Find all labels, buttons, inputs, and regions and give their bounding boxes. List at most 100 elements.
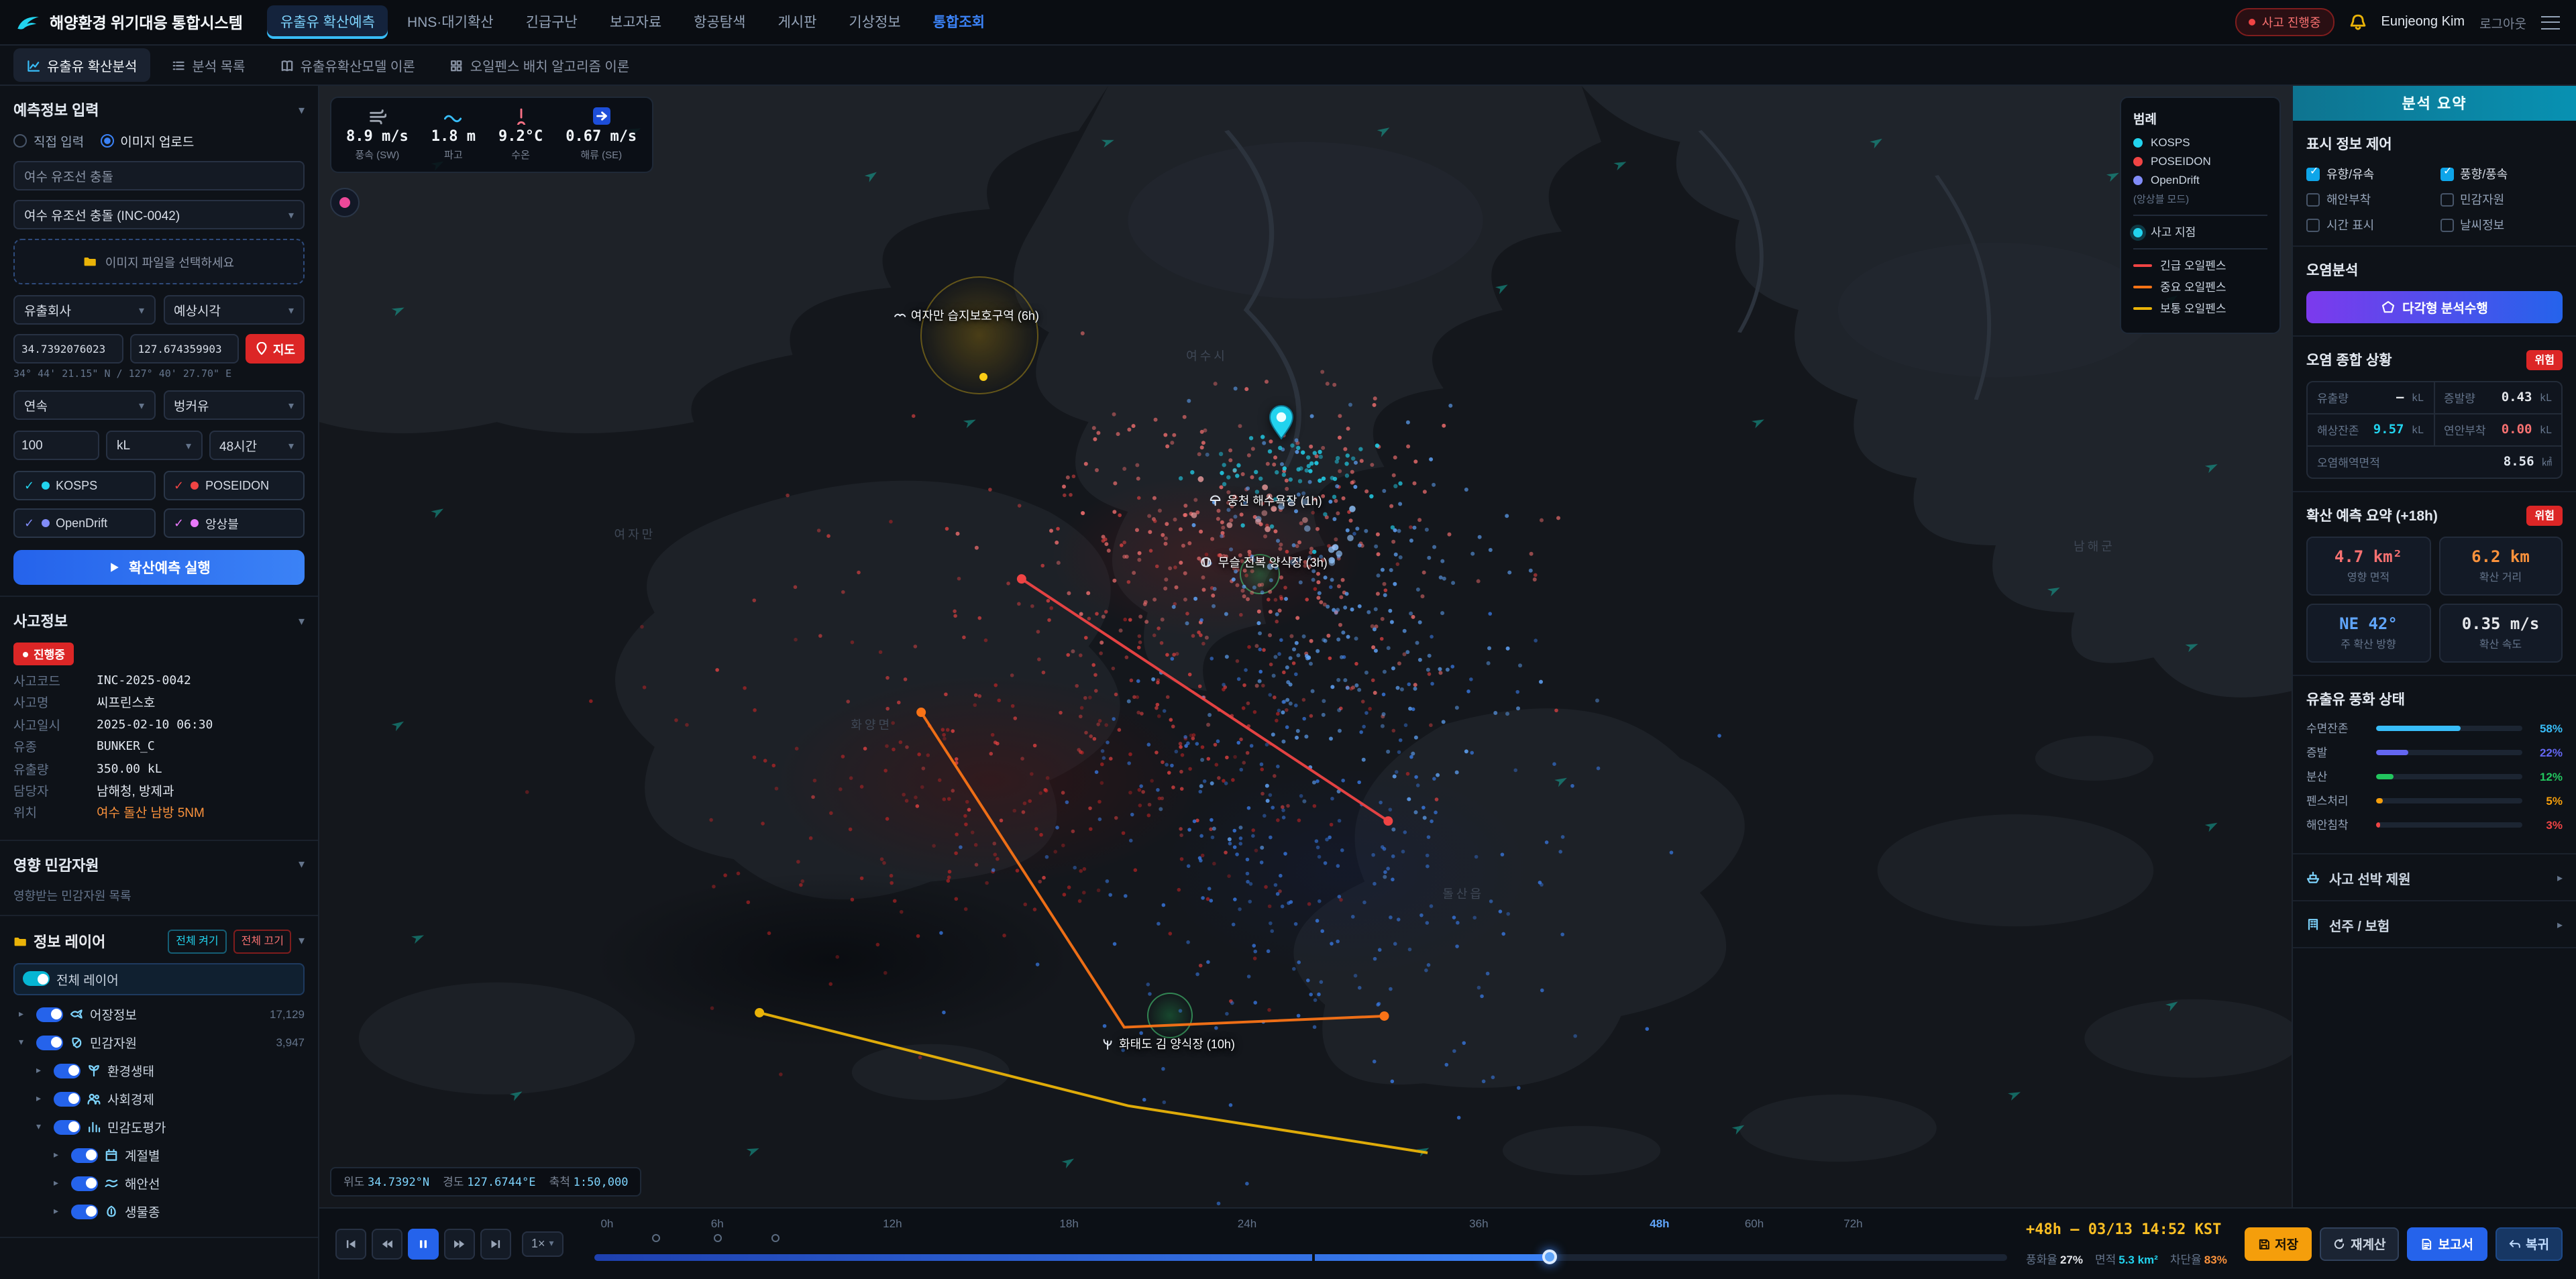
timeline-label-72h[interactable]: 72h xyxy=(1843,1216,1862,1229)
display-option-5[interactable]: 날씨정보 xyxy=(2440,216,2563,233)
layer-row-4[interactable]: ▸사회경제 xyxy=(13,1085,305,1113)
display-option-4[interactable]: 시간 표시 xyxy=(2306,216,2429,233)
timeline-label-6h[interactable]: 6h xyxy=(711,1216,724,1229)
tab-3[interactable]: 오일펜스 배치 알고리즘 이론 xyxy=(437,48,643,82)
collapse-chevron-icon[interactable]: ▾ xyxy=(299,614,305,628)
expand-caret-icon[interactable]: ▸ xyxy=(19,1009,30,1019)
skip-start-button[interactable] xyxy=(335,1228,366,1259)
display-option-2[interactable]: 해안부착 xyxy=(2306,190,2429,208)
skip-end-button[interactable] xyxy=(480,1228,511,1259)
duration-select[interactable]: 48시간▾ xyxy=(209,431,305,460)
layer-row-8[interactable]: ▸생물종 xyxy=(13,1197,305,1225)
expand-caret-icon[interactable]: ▾ xyxy=(19,1037,30,1048)
recalculate-button[interactable]: 재계산 xyxy=(2320,1227,2399,1260)
layer-toggle[interactable] xyxy=(71,1176,98,1190)
input-mode-radio-0[interactable]: 직접 입력 xyxy=(13,131,84,150)
tab-0[interactable]: 유출유 확산분석 xyxy=(13,48,150,82)
run-prediction-button[interactable]: 확산예측 실행 xyxy=(13,550,305,585)
layer-row-5[interactable]: ▾민감도평가 xyxy=(13,1113,305,1141)
image-upload-dropzone[interactable]: 이미지 파일을 선택하세요 xyxy=(13,239,305,284)
display-option-3[interactable]: 민감자원 xyxy=(2440,190,2563,208)
timeline-label-48h[interactable]: 48h xyxy=(1650,1216,1669,1229)
model-toggle-kosps[interactable]: ✓KOSPS xyxy=(13,471,155,500)
expected-time-select[interactable]: 예상시각▾ xyxy=(163,295,305,325)
expand-caret-icon[interactable]: ▸ xyxy=(36,1065,47,1076)
timeline-event-marker-0[interactable] xyxy=(653,1233,661,1241)
layer-row-6[interactable]: ▸계절별 xyxy=(13,1141,305,1169)
scenario-name-input[interactable] xyxy=(13,161,305,190)
map-canvas[interactable]: 여수시여자만화양면돌산읍남해군 여자만 습지보호구역 (6h)웅천 해수욕장 (… xyxy=(319,86,2292,1207)
nav-item-1[interactable]: HNS·대기확산 xyxy=(394,5,507,39)
collapse-chevron-icon[interactable]: ▾ xyxy=(299,103,305,117)
layer-toggle[interactable] xyxy=(71,1148,98,1162)
collapsed-section-1[interactable]: 선주 / 보험▸ xyxy=(2293,901,2576,948)
menu-icon[interactable] xyxy=(2541,15,2560,29)
nav-item-2[interactable]: 긴급구난 xyxy=(513,5,591,39)
report-button[interactable]: 보고서 xyxy=(2408,1227,2487,1260)
display-option-1[interactable]: 풍향/풍속 xyxy=(2440,165,2563,182)
expand-caret-icon[interactable]: ▸ xyxy=(36,1093,47,1104)
display-option-0[interactable]: 유향/유속 xyxy=(2306,165,2429,182)
save-button[interactable]: 저장 xyxy=(2244,1227,2312,1260)
layer-toggle[interactable] xyxy=(71,1204,98,1219)
latitude-input[interactable] xyxy=(13,334,123,364)
map-pick-button[interactable]: 지도 xyxy=(246,334,305,364)
expand-caret-icon[interactable]: ▸ xyxy=(54,1206,64,1217)
nav-item-5[interactable]: 게시판 xyxy=(764,5,830,39)
layer-row-2[interactable]: ▾민감자원3,947 xyxy=(13,1028,305,1056)
longitude-input[interactable] xyxy=(129,334,239,364)
timeline-label-36h[interactable]: 36h xyxy=(1469,1216,1488,1229)
timeline-label-24h[interactable]: 24h xyxy=(1238,1216,1256,1229)
all-layers-off-button[interactable]: 전체 끄기 xyxy=(233,929,292,953)
nav-item-3[interactable]: 보고자료 xyxy=(596,5,675,39)
layer-toggle[interactable] xyxy=(36,1035,63,1050)
nav-item-0[interactable]: 유출유 확산예측 xyxy=(267,5,388,39)
layer-toggle[interactable] xyxy=(36,1007,63,1021)
timeline-label-0h[interactable]: 0h xyxy=(600,1216,613,1229)
amount-input[interactable] xyxy=(13,431,99,460)
nav-item-6[interactable]: 기상정보 xyxy=(835,5,914,39)
nav-item-4[interactable]: 항공탐색 xyxy=(680,5,759,39)
release-type-select[interactable]: 연속▾ xyxy=(13,390,155,420)
rewind-button[interactable] xyxy=(372,1228,402,1259)
timeline-track[interactable] xyxy=(594,1254,2007,1260)
layer-row-0[interactable]: 전체 레이어 xyxy=(13,962,305,995)
pause-button[interactable] xyxy=(408,1228,439,1259)
timeline-event-marker-1[interactable] xyxy=(713,1233,721,1241)
layer-row-7[interactable]: ▸해안선 xyxy=(13,1169,305,1197)
fast-forward-button[interactable] xyxy=(444,1228,475,1259)
spill-company-select[interactable]: 유출회사▾ xyxy=(13,295,155,325)
polygon-analysis-button[interactable]: 다각형 분석수행 xyxy=(2306,291,2563,323)
collapse-chevron-icon[interactable]: ▾ xyxy=(299,934,305,948)
nav-item-7[interactable]: 통합조회 xyxy=(920,5,998,39)
layer-toggle[interactable] xyxy=(54,1063,80,1078)
layer-toggle[interactable] xyxy=(54,1119,80,1134)
tab-1[interactable]: 분석 목록 xyxy=(158,48,258,82)
return-button[interactable]: 복귀 xyxy=(2495,1227,2563,1260)
timeline-label-12h[interactable]: 12h xyxy=(883,1216,902,1229)
incident-location-pin[interactable] xyxy=(1269,406,1295,445)
model-toggle-앙상블[interactable]: ✓앙상블 xyxy=(163,508,305,538)
timeline-label-60h[interactable]: 60h xyxy=(1745,1216,1764,1229)
tab-2[interactable]: 유출유확산모델 이론 xyxy=(267,48,429,82)
timeline-label-18h[interactable]: 18h xyxy=(1059,1216,1078,1229)
unit-select[interactable]: kL▾ xyxy=(106,431,202,460)
layer-row-1[interactable]: ▸어장정보17,129 xyxy=(13,1000,305,1028)
collapsed-section-0[interactable]: 사고 선박 제원▸ xyxy=(2293,854,2576,901)
expand-caret-icon[interactable]: ▸ xyxy=(54,1178,64,1188)
model-toggle-opendrift[interactable]: ✓OpenDrift xyxy=(13,508,155,538)
oil-type-select[interactable]: 벙커유▾ xyxy=(163,390,305,420)
layer-toggle[interactable] xyxy=(54,1091,80,1106)
timeline-thumb[interactable] xyxy=(1542,1249,1557,1264)
scenario-select[interactable]: 여수 유조선 충돌 (INC-0042)▾ xyxy=(13,200,305,229)
expand-caret-icon[interactable]: ▾ xyxy=(36,1121,47,1132)
timeline-event-marker-2[interactable] xyxy=(771,1233,780,1241)
expand-caret-icon[interactable]: ▸ xyxy=(54,1150,64,1160)
bell-icon[interactable] xyxy=(2349,13,2367,31)
collapse-chevron-icon[interactable]: ▾ xyxy=(299,857,305,872)
input-mode-radio-1[interactable]: 이미지 업로드 xyxy=(100,131,194,150)
logout-link[interactable]: 로그아웃 xyxy=(2479,13,2526,32)
all-layers-on-button[interactable]: 전체 켜기 xyxy=(168,929,226,953)
speed-select[interactable]: 1×▾ xyxy=(522,1231,564,1256)
layer-toggle[interactable] xyxy=(23,971,50,986)
